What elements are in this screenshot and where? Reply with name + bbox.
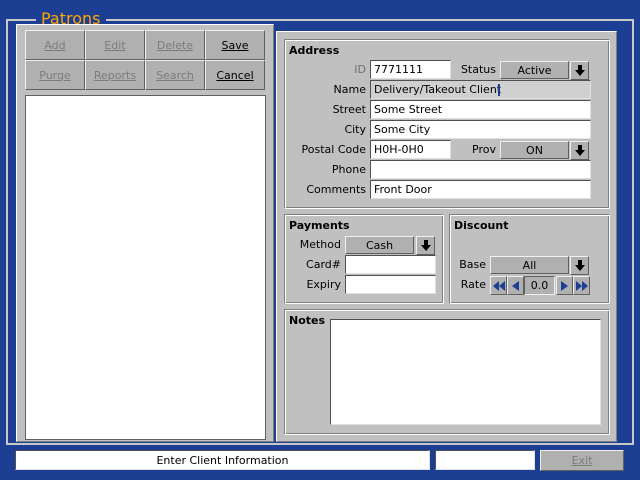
base-dropdown-button[interactable] [570, 256, 589, 275]
exit-button[interactable]: Exit [540, 450, 624, 471]
prov-dropdown-button[interactable] [570, 141, 589, 160]
prov-dropdown[interactable]: ON [500, 141, 569, 159]
down-arrow-icon [574, 260, 585, 271]
rate-increase-button[interactable] [556, 276, 573, 295]
status-dropdown-button[interactable] [570, 61, 589, 80]
card-number-field[interactable] [345, 255, 436, 274]
notes-title: Notes [289, 314, 326, 327]
expiry-field[interactable] [345, 275, 436, 294]
base-dropdown[interactable]: All [490, 256, 569, 274]
down-arrow-icon [420, 240, 431, 251]
add-button[interactable]: Add [25, 30, 85, 60]
comments-field[interactable]: Front Door [370, 180, 591, 199]
discount-title: Discount [454, 219, 509, 232]
name-field[interactable]: Delivery/Takeout Client [370, 80, 591, 99]
method-label: Method [299, 238, 341, 251]
street-field[interactable]: Some Street [370, 100, 591, 119]
delete-button[interactable]: Delete [145, 30, 205, 60]
id-label: ID [354, 63, 366, 76]
card-number-label: Card# [306, 258, 341, 271]
status-secondary [435, 450, 535, 470]
comments-label: Comments [306, 183, 366, 196]
phone-label: Phone [331, 163, 366, 176]
id-field[interactable]: 7771111 [370, 60, 451, 79]
rate-fast-increase-button[interactable] [573, 276, 590, 295]
save-button[interactable]: Save [205, 30, 265, 60]
phone-field[interactable] [370, 160, 591, 179]
purge-button[interactable]: Purge [25, 60, 85, 90]
cancel-button[interactable]: Cancel [205, 60, 265, 90]
city-label: City [344, 123, 366, 136]
down-arrow-icon [574, 145, 585, 156]
name-label: Name [333, 83, 366, 96]
expiry-label: Expiry [306, 278, 341, 291]
rate-fast-decrease-button[interactable] [490, 276, 507, 295]
prov-label: Prov [472, 143, 496, 156]
payments-title: Payments [289, 219, 350, 232]
base-label: Base [459, 258, 486, 271]
city-field[interactable]: Some City [370, 120, 591, 139]
edit-button[interactable]: Edit [85, 30, 145, 60]
double-right-arrow-icon [575, 280, 588, 291]
patron-list[interactable] [25, 95, 266, 440]
postal-code-label: Postal Code [301, 143, 366, 156]
rate-decrease-button[interactable] [507, 276, 524, 295]
text-cursor [498, 84, 500, 96]
down-arrow-icon [574, 65, 585, 76]
rate-value: 0.0 [524, 276, 555, 295]
method-dropdown-button[interactable] [416, 236, 435, 255]
status-message: Enter Client Information [15, 450, 430, 470]
status-dropdown[interactable]: Active [500, 61, 569, 79]
double-left-arrow-icon [492, 280, 505, 291]
postal-code-field[interactable]: H0H-0H0 [370, 140, 451, 159]
status-label: Status [460, 63, 496, 76]
method-dropdown[interactable]: Cash [345, 236, 414, 254]
street-label: Street [332, 103, 366, 116]
reports-button[interactable]: Reports [85, 60, 145, 90]
left-arrow-icon [512, 280, 519, 291]
search-button[interactable]: Search [145, 60, 205, 90]
right-arrow-icon [561, 280, 568, 291]
notes-textarea[interactable] [330, 319, 601, 425]
address-title: Address [289, 44, 340, 57]
rate-label: Rate [460, 278, 486, 291]
